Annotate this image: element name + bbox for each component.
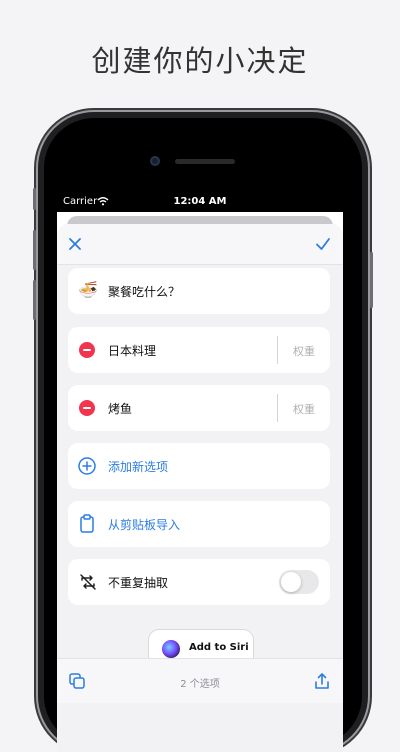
option-label[interactable]: 日本料理 — [108, 342, 156, 359]
paste-import-button[interactable]: 从剪贴板导入 — [68, 501, 330, 547]
add-option-label: 添加新选项 — [108, 460, 169, 474]
status-bar: Carrier 12:04 AM — [57, 192, 343, 212]
share-icon[interactable] — [312, 671, 332, 691]
toggle-knob — [281, 572, 301, 592]
close-icon[interactable] — [65, 234, 85, 254]
phone-screen: Carrier 12:04 AM 🍜 聚餐吃什么？ 日本料理 权重 烤鱼 权重 … — [57, 192, 343, 752]
headline: 创建你的小决定 — [91, 44, 309, 78]
paste-import-label: 从剪贴板导入 — [108, 518, 181, 532]
option-label[interactable]: 烤鱼 — [108, 400, 132, 417]
weight-divider — [277, 336, 278, 364]
edit-sheet: 🍜 聚餐吃什么？ 日本料理 权重 烤鱼 权重 添加新选项 从剪贴板导入 不重复抽… — [57, 224, 343, 752]
front-camera — [150, 156, 160, 166]
weight-input[interactable]: 权重 — [286, 343, 322, 359]
remove-option-icon[interactable] — [79, 400, 95, 416]
nav-bar — [57, 224, 343, 265]
status-time: 12:04 AM — [173, 196, 227, 207]
mute-switch — [33, 188, 36, 210]
no-repeat-toggle[interactable] — [279, 570, 319, 594]
volume-down-button — [33, 280, 36, 320]
earpiece-speaker — [175, 159, 235, 164]
clipboard-icon — [80, 514, 94, 533]
repeat-off-icon — [80, 574, 96, 590]
power-button — [370, 252, 373, 308]
add-option-button[interactable]: 添加新选项 — [68, 443, 330, 489]
option-row: 烤鱼 权重 — [68, 385, 330, 431]
weight-divider — [277, 394, 278, 422]
question-card[interactable]: 🍜 聚餐吃什么？ — [68, 268, 330, 314]
remove-option-icon[interactable] — [79, 342, 95, 358]
no-repeat-label: 不重复抽取 — [108, 576, 169, 590]
volume-up-button — [33, 230, 36, 270]
bottom-toolbar: 2 个选项 — [57, 658, 343, 703]
checkmark-icon[interactable] — [313, 234, 333, 254]
option-row: 日本料理 权重 — [68, 327, 330, 373]
phone-frame: Carrier 12:04 AM 🍜 聚餐吃什么？ 日本料理 权重 烤鱼 权重 … — [33, 112, 373, 752]
no-repeat-row: 不重复抽取 — [68, 559, 330, 605]
question-text[interactable]: 聚餐吃什么？ — [108, 283, 180, 300]
noodle-bowl-icon: 🍜 — [78, 280, 98, 299]
option-count: 2 个选项 — [180, 679, 220, 690]
siri-label: Add to Siri — [189, 642, 249, 653]
siri-icon — [162, 640, 180, 658]
weight-input[interactable]: 权重 — [286, 401, 322, 417]
plus-circle-icon — [78, 457, 96, 475]
